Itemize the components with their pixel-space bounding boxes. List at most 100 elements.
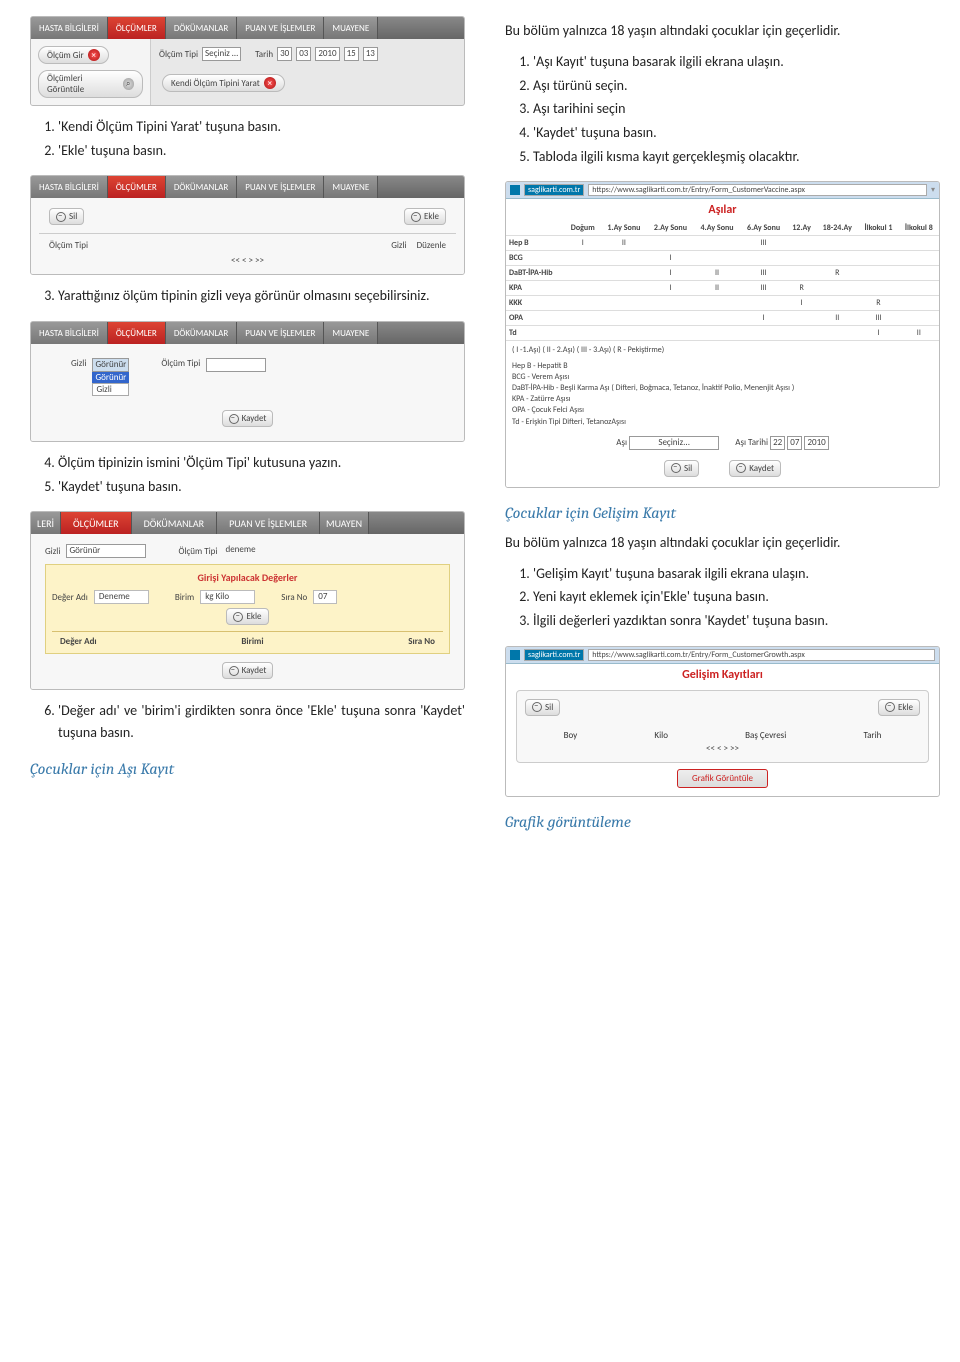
screenshot-olcum-3: HASTA BİLGİLERİ ÖLÇÜMLER DÖKÜMANLAR PUAN… (30, 321, 465, 442)
btn-kaydet[interactable]: Kaydet (222, 662, 274, 679)
row-name: DaBT-İPA-Hib (506, 266, 565, 281)
tab-hasta[interactable]: HASTA BİLGİLERİ (31, 17, 108, 39)
asilar-col: 1.Ay Sonu (601, 221, 648, 236)
select-gizli[interactable]: Görünür (66, 544, 146, 558)
select-gizli[interactable]: Görünür (92, 358, 129, 372)
screenshot-asilar: saglikarti.com.tr https://www.saglikarti… (505, 181, 940, 487)
select-asi[interactable]: Seçiniz... (629, 436, 719, 450)
btn-ekle[interactable]: Ekle (404, 208, 446, 225)
cell: I (647, 281, 694, 296)
btn-sil[interactable]: Sil (525, 699, 560, 716)
tab[interactable]: MUAYENE (324, 176, 378, 198)
cell: III (740, 236, 787, 251)
label: Ölçümleri Görüntüle (47, 73, 119, 95)
tab-puan[interactable]: PUAN VE İŞLEMLER (237, 17, 324, 39)
steps-asi: 'Aşı Kayıt' tuşuna basarak ilgili ekrana… (505, 51, 940, 167)
tab-olcumler[interactable]: ÖLÇÜMLER (108, 17, 166, 39)
lbl-sira: Sıra No (281, 592, 307, 603)
col-bas: Baş Çevresi (745, 730, 786, 741)
view-icon: ⌕ (123, 78, 134, 90)
tabbar: LERİ ÖLÇÜMLER DÖKÜMANLAR PUAN VE İŞLEMLE… (31, 512, 464, 534)
asilar-col: İlkokul 1 (858, 221, 898, 236)
label: Ekle (898, 702, 913, 713)
tab[interactable]: ÖLÇÜMLER (61, 512, 132, 534)
btn-kaydet[interactable]: Kaydet (222, 410, 274, 427)
tab-dokumanlar[interactable]: DÖKÜMANLAR (166, 17, 237, 39)
fld-sira[interactable]: 07 (313, 590, 337, 604)
date-day[interactable]: 30 (277, 47, 292, 61)
btn-grafik-goruntule[interactable]: Grafik Görüntüle (677, 769, 768, 788)
row-name: Hep B (506, 236, 565, 251)
date-month[interactable]: 03 (296, 47, 311, 61)
tab[interactable]: ÖLÇÜMLER (108, 322, 166, 344)
btn-ekle[interactable]: Ekle (878, 699, 920, 716)
cell (565, 266, 601, 281)
tab[interactable]: MUAYENE (324, 322, 378, 344)
side-olcum-goruntule[interactable]: Ölçümleri Görüntüle ⌕ (38, 70, 143, 98)
cell (787, 326, 816, 341)
value-olcum-tipi: deneme (223, 544, 293, 558)
asilar-row: KPAIIIIIIR (506, 281, 939, 296)
col-gizli: Gizli (391, 240, 406, 251)
tab[interactable]: PUAN VE İŞLEMLER (217, 512, 320, 534)
label: Kendi Ölçüm Tipini Yarat (171, 78, 260, 89)
asi-date-d[interactable]: 22 (770, 436, 785, 450)
tab[interactable]: DÖKÜMANLAR (166, 176, 237, 198)
tabbar: HASTA BİLGİLERİ ÖLÇÜMLER DÖKÜMANLAR PUAN… (31, 176, 464, 198)
dropdown-icon[interactable]: ▾ (931, 185, 935, 195)
asilar-col: İlkokul 8 (899, 221, 939, 236)
cell: II (694, 281, 741, 296)
pager[interactable]: << < > >> (525, 743, 920, 754)
close-icon: × (88, 49, 100, 61)
select-olcum-tipi[interactable]: Seçiniz … (202, 47, 241, 61)
cell (899, 251, 939, 266)
tab-muayene[interactable]: MUAYENE (324, 17, 378, 39)
asi-step-1: 'Aşı Kayıt' tuşuna basarak ilgili ekrana… (533, 51, 940, 73)
steps-1-2: 'Kendi Ölçüm Tipini Yarat' tuşuna basın.… (30, 116, 465, 161)
date-mm[interactable]: 13 (363, 47, 378, 61)
tab[interactable]: LERİ (31, 512, 61, 534)
steps-gelisim: 'Gelişim Kayıt' tuşuna basarak ilgili ek… (505, 563, 940, 632)
btn-kendi-olcum-yarat[interactable]: Kendi Ölçüm Tipini Yarat× (162, 74, 285, 92)
tab[interactable]: HASTA BİLGİLERİ (31, 176, 108, 198)
asi-date-y[interactable]: 2010 (804, 436, 828, 450)
screenshot-olcum-4: LERİ ÖLÇÜMLER DÖKÜMANLAR PUAN VE İŞLEMLE… (30, 511, 465, 690)
yellow-panel: Girişi Yapılacak Değerler Değer Adı Dene… (45, 564, 450, 654)
tab[interactable]: DÖKÜMANLAR (166, 322, 237, 344)
tab[interactable]: ÖLÇÜMLER (108, 176, 166, 198)
tab[interactable]: PUAN VE İŞLEMLER (237, 322, 324, 344)
btn-ekle[interactable]: Ekle (226, 608, 268, 625)
steps-6: 'Değer adı' ve 'birim'i girdikten sonra … (30, 700, 465, 743)
tab[interactable]: DÖKÜMANLAR (132, 512, 217, 534)
opt-gizli[interactable]: Gizli (92, 383, 129, 396)
pager[interactable]: << < > >> (39, 255, 456, 266)
fld-birim[interactable]: kg Kilo (200, 590, 255, 604)
tab[interactable]: MUAYEN (320, 512, 369, 534)
date-year[interactable]: 2010 (315, 47, 339, 61)
cell: I (740, 311, 787, 326)
intro-asi: Bu bölüm yalnızca 18 yaşın altındaki çoc… (505, 20, 940, 41)
screenshot-olcum-2: HASTA BİLGİLERİ ÖLÇÜMLER DÖKÜMANLAR PUAN… (30, 175, 465, 275)
fld-deger[interactable]: Deneme (94, 590, 149, 604)
btn-kaydet[interactable]: Kaydet (729, 460, 781, 477)
asi-date-m[interactable]: 07 (787, 436, 802, 450)
label: Sil (545, 702, 553, 713)
side-olcum-gir[interactable]: Ölçüm Gir × (38, 46, 109, 64)
label: Ölçüm Gir (47, 50, 84, 61)
asilar-def: Td - Erişkin Tipi Difteri, TetanozAşısı (512, 417, 933, 428)
url-field[interactable]: https://www.saglikarti.com.tr/Entry/Form… (588, 649, 935, 661)
cell (565, 281, 601, 296)
tab[interactable]: PUAN VE İŞLEMLER (237, 176, 324, 198)
urlbar: saglikarti.com.tr https://www.saglikarti… (506, 647, 939, 664)
btn-sil[interactable]: Sil (664, 460, 699, 477)
opt-gorunur[interactable]: Görünür (92, 372, 129, 383)
asilar-title: Aşılar (506, 199, 939, 221)
url-field[interactable]: https://www.saglikarti.com.tr/Entry/Form… (588, 184, 927, 196)
row-name: Td (506, 326, 565, 341)
date-hh[interactable]: 15 (344, 47, 359, 61)
cell: I (647, 251, 694, 266)
tab[interactable]: HASTA BİLGİLERİ (31, 322, 108, 344)
btn-sil[interactable]: Sil (49, 208, 84, 225)
yellow-title: Girişi Yapılacak Değerler (52, 571, 443, 584)
input-olcum-tipi[interactable] (206, 358, 266, 372)
